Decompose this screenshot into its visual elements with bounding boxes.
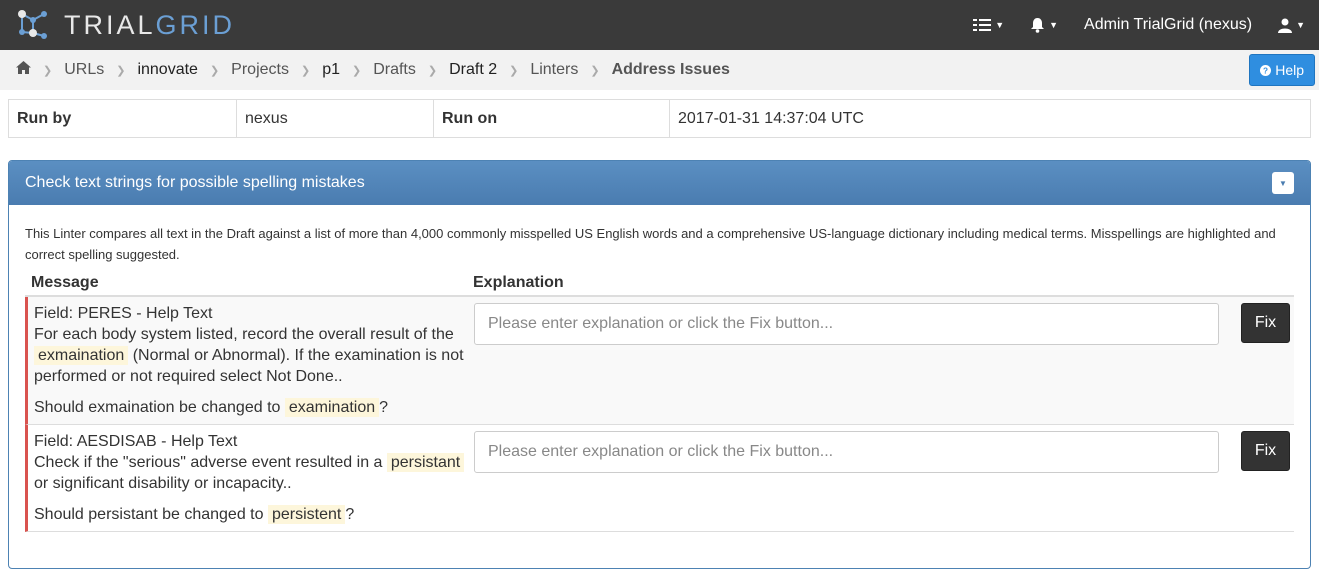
issue-explanation: Fix <box>474 303 1290 418</box>
run-by-value: nexus <box>236 99 434 138</box>
home-icon <box>16 61 31 74</box>
question-mark: ? <box>379 399 389 416</box>
fix-button[interactable]: Fix <box>1241 431 1290 471</box>
list-menu-icon <box>973 19 992 31</box>
user-icon <box>1278 18 1293 33</box>
user-name[interactable]: Admin TrialGrid (nexus) <box>1084 16 1252 34</box>
question-mark: ? <box>345 506 355 523</box>
misspelled-word: exmaination <box>34 346 129 365</box>
issue-row: Field: AESDISAB - Help Text Check if the… <box>25 425 1294 532</box>
issues-table-header: Message Explanation <box>25 271 1294 297</box>
chevron-down-icon: ▼ <box>1049 20 1059 30</box>
linter-description: This Linter compares all text in the Dra… <box>25 226 1276 262</box>
molecule-logo-icon <box>18 10 47 39</box>
explanation-input[interactable] <box>474 303 1219 345</box>
chevron-down-icon: ▼ <box>1296 20 1305 30</box>
breadcrumb-innovate[interactable]: innovate <box>137 61 198 79</box>
explanation-input[interactable] <box>474 431 1219 473</box>
svg-text:?: ? <box>1263 66 1268 75</box>
collapse-button[interactable]: ▼ <box>1272 172 1294 194</box>
suggested-word: examination <box>284 398 380 417</box>
issue-text-before: Check if the "serious" adverse event res… <box>34 454 387 471</box>
breadcrumb-separator: ❯ <box>351 64 362 77</box>
run-on-label: Run on <box>433 99 670 138</box>
column-header-message: Message <box>31 274 99 291</box>
brand[interactable]: TRIALGRID <box>14 6 235 44</box>
breadcrumb-address-issues: Address Issues <box>611 61 730 78</box>
breadcrumb-urls[interactable]: URLs <box>64 61 104 79</box>
panel-header: Check text strings for possible spelling… <box>9 161 1310 205</box>
breadcrumb: ❯ URLs ❯ innovate ❯ Projects ❯ p1 ❯ Draf… <box>16 61 730 79</box>
brand-name: TRIALGRID <box>64 10 235 41</box>
breadcrumb-separator: ❯ <box>427 64 438 77</box>
issue-text-before: For each body system listed, record the … <box>34 326 454 343</box>
brand-name-part1: TRIAL <box>64 9 156 40</box>
breadcrumb-separator: ❯ <box>509 64 519 77</box>
notifications-dropdown[interactable]: ▼ <box>1030 17 1058 33</box>
panel-title: Check text strings for possible spelling… <box>25 174 365 191</box>
breadcrumb-separator: ❯ <box>116 64 126 77</box>
question-text: Should persistant be changed to <box>34 506 268 523</box>
issue-text: For each body system listed, record the … <box>34 324 474 387</box>
bell-icon <box>1031 18 1045 33</box>
issue-question: Should exmaination be changed to examina… <box>34 397 474 418</box>
breadcrumb-bar: ❯ URLs ❯ innovate ❯ Projects ❯ p1 ❯ Draf… <box>0 50 1319 90</box>
issue-explanation: Fix <box>474 431 1290 525</box>
breadcrumb-home[interactable] <box>16 61 31 79</box>
issue-row: Field: PERES - Help Text For each body s… <box>25 297 1294 425</box>
brand-name-part2: GRID <box>155 9 236 40</box>
column-header-explanation: Explanation <box>473 274 564 291</box>
misspelled-word: persistant <box>386 453 465 472</box>
panel-body: This Linter compares all text in the Dra… <box>9 205 1310 532</box>
help-button[interactable]: ? Help <box>1249 54 1315 86</box>
issue-message: Field: PERES - Help Text For each body s… <box>34 303 474 418</box>
suggested-word: persistent <box>267 505 346 524</box>
question-text: Should exmaination be changed to <box>34 399 285 416</box>
menu-dropdown[interactable]: ▼ <box>973 18 1004 32</box>
breadcrumb-separator: ❯ <box>590 64 600 77</box>
issue-field: Field: AESDISAB - Help Text <box>34 433 238 450</box>
linter-panel: Check text strings for possible spelling… <box>8 160 1311 569</box>
help-button-label: Help <box>1275 62 1304 78</box>
breadcrumb-drafts[interactable]: Drafts <box>373 61 416 79</box>
breadcrumb-separator: ❯ <box>209 64 220 77</box>
chevron-down-icon: ▼ <box>995 20 1005 30</box>
navbar-right: ▼ ▼ Admin TrialGrid (nexus) ▼ <box>973 16 1305 34</box>
run-by-label: Run by <box>8 99 237 138</box>
issue-question: Should persistant be changed to persiste… <box>34 504 474 525</box>
user-dropdown[interactable]: ▼ <box>1278 18 1305 33</box>
issue-message: Field: AESDISAB - Help Text Check if the… <box>34 431 474 525</box>
breadcrumb-separator: ❯ <box>43 64 53 77</box>
breadcrumb-separator: ❯ <box>300 64 311 77</box>
issue-text: Check if the "serious" adverse event res… <box>34 452 474 494</box>
fix-button[interactable]: Fix <box>1241 303 1290 343</box>
run-on-value: 2017-01-31 14:37:04 UTC <box>669 99 1311 138</box>
chevron-down-icon: ▼ <box>1279 178 1287 188</box>
question-circle-icon: ? <box>1260 64 1272 76</box>
breadcrumb-draft-2[interactable]: Draft 2 <box>449 61 497 79</box>
run-info-table: Run by nexus Run on 2017-01-31 14:37:04 … <box>8 99 1311 138</box>
breadcrumb-p1[interactable]: p1 <box>322 61 340 79</box>
issue-field: Field: PERES - Help Text <box>34 305 213 322</box>
run-info-row: Run by nexus Run on 2017-01-31 14:37:04 … <box>8 99 1311 138</box>
top-navbar: TRIALGRID ▼ ▼ Admin TrialGrid (nexus) ▼ <box>0 0 1319 50</box>
breadcrumb-projects[interactable]: Projects <box>231 61 289 79</box>
issue-text-after: or significant disability or incapacity.… <box>34 475 292 492</box>
breadcrumb-linters[interactable]: Linters <box>530 61 578 79</box>
